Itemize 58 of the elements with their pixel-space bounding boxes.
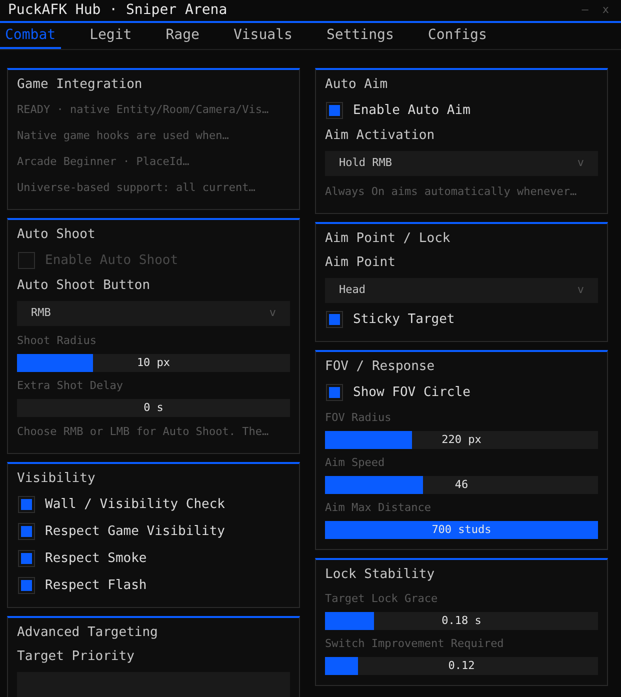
slider[interactable]: 700 studs [325, 521, 598, 539]
checkbox-label: Sticky Target [353, 310, 455, 329]
section-title: Auto Aim [325, 76, 388, 94]
checkbox[interactable] [18, 523, 35, 540]
section-title: Game Integration [17, 76, 142, 94]
slider-label: Target Lock Grace [325, 590, 438, 606]
info-text: Always On aims automatically whenever… [325, 184, 577, 200]
checkbox[interactable] [326, 311, 343, 328]
dropdown[interactable]: RMB v [17, 301, 290, 326]
section-title: FOV / Response [325, 358, 435, 376]
slider[interactable]: 46 [325, 476, 598, 494]
section-title: Advanced Targeting [17, 624, 158, 642]
dropdown[interactable]: Hold RMB v [325, 151, 598, 176]
checkbox-label: Enable Auto Shoot [45, 252, 178, 270]
slider-label: Shoot Radius [17, 332, 96, 348]
checkbox[interactable] [18, 577, 35, 594]
checkbox[interactable] [18, 550, 35, 567]
section-title: Auto Shoot [17, 226, 96, 244]
slider-label: Extra Shot Delay [17, 378, 123, 394]
tab[interactable]: Visuals [228, 23, 298, 49]
slider-label: Aim Speed [325, 454, 385, 470]
dropdown[interactable]: Head v [325, 278, 598, 303]
checkbox[interactable] [18, 252, 35, 269]
tab[interactable]: Combat [0, 23, 61, 49]
checkbox[interactable] [326, 102, 343, 119]
field-label: Auto Shoot Button [17, 277, 150, 296]
slider[interactable]: 220 px [325, 431, 598, 449]
field-label: Aim Activation [325, 127, 435, 146]
tab[interactable]: Legit [84, 23, 137, 49]
checkbox-label: Wall / Visibility Check [45, 496, 226, 514]
checkbox-label: Enable Auto Aim [353, 102, 470, 120]
info-text: Universe-based support: all current… [17, 180, 256, 196]
section-title: Aim Point / Lock [325, 230, 450, 248]
checkbox[interactable] [326, 384, 343, 401]
field-label: Target Priority [17, 648, 134, 666]
tab[interactable]: Rage [160, 23, 204, 49]
field-label: Aim Point [325, 254, 396, 272]
info-text: Choose RMB or LMB for Auto Shoot. The… [17, 424, 269, 440]
slider-label: Aim Max Distance [325, 500, 431, 516]
tab[interactable]: Settings [321, 23, 399, 49]
slider-label: FOV Radius [325, 410, 392, 426]
section-title: Visibility [17, 470, 96, 488]
window-title: PuckAFK Hub · Sniper Arena [8, 1, 228, 20]
slider[interactable]: 10 px [17, 354, 290, 372]
info-text: Arcade Beginner · PlaceId… [17, 154, 190, 170]
slider[interactable]: 0.18 s [325, 612, 598, 630]
checkbox-label: Respect Flash [45, 576, 147, 595]
slider-label: Switch Improvement Required [325, 636, 504, 652]
info-text: READY · native Entity/Room/Camera/Vis… [17, 102, 269, 118]
checkbox-label: Respect Smoke [45, 550, 147, 568]
tab[interactable]: Configs [422, 23, 492, 49]
section-title: Lock Stability [325, 566, 435, 584]
slider[interactable]: 0.12 [325, 657, 598, 675]
checkbox[interactable] [18, 496, 35, 513]
checkbox-label: Respect Game Visibility [45, 522, 226, 541]
slider[interactable]: 0 s [17, 399, 290, 417]
checkbox-label: Show FOV Circle [353, 384, 470, 402]
info-text: Native game hooks are used when… [17, 128, 229, 144]
